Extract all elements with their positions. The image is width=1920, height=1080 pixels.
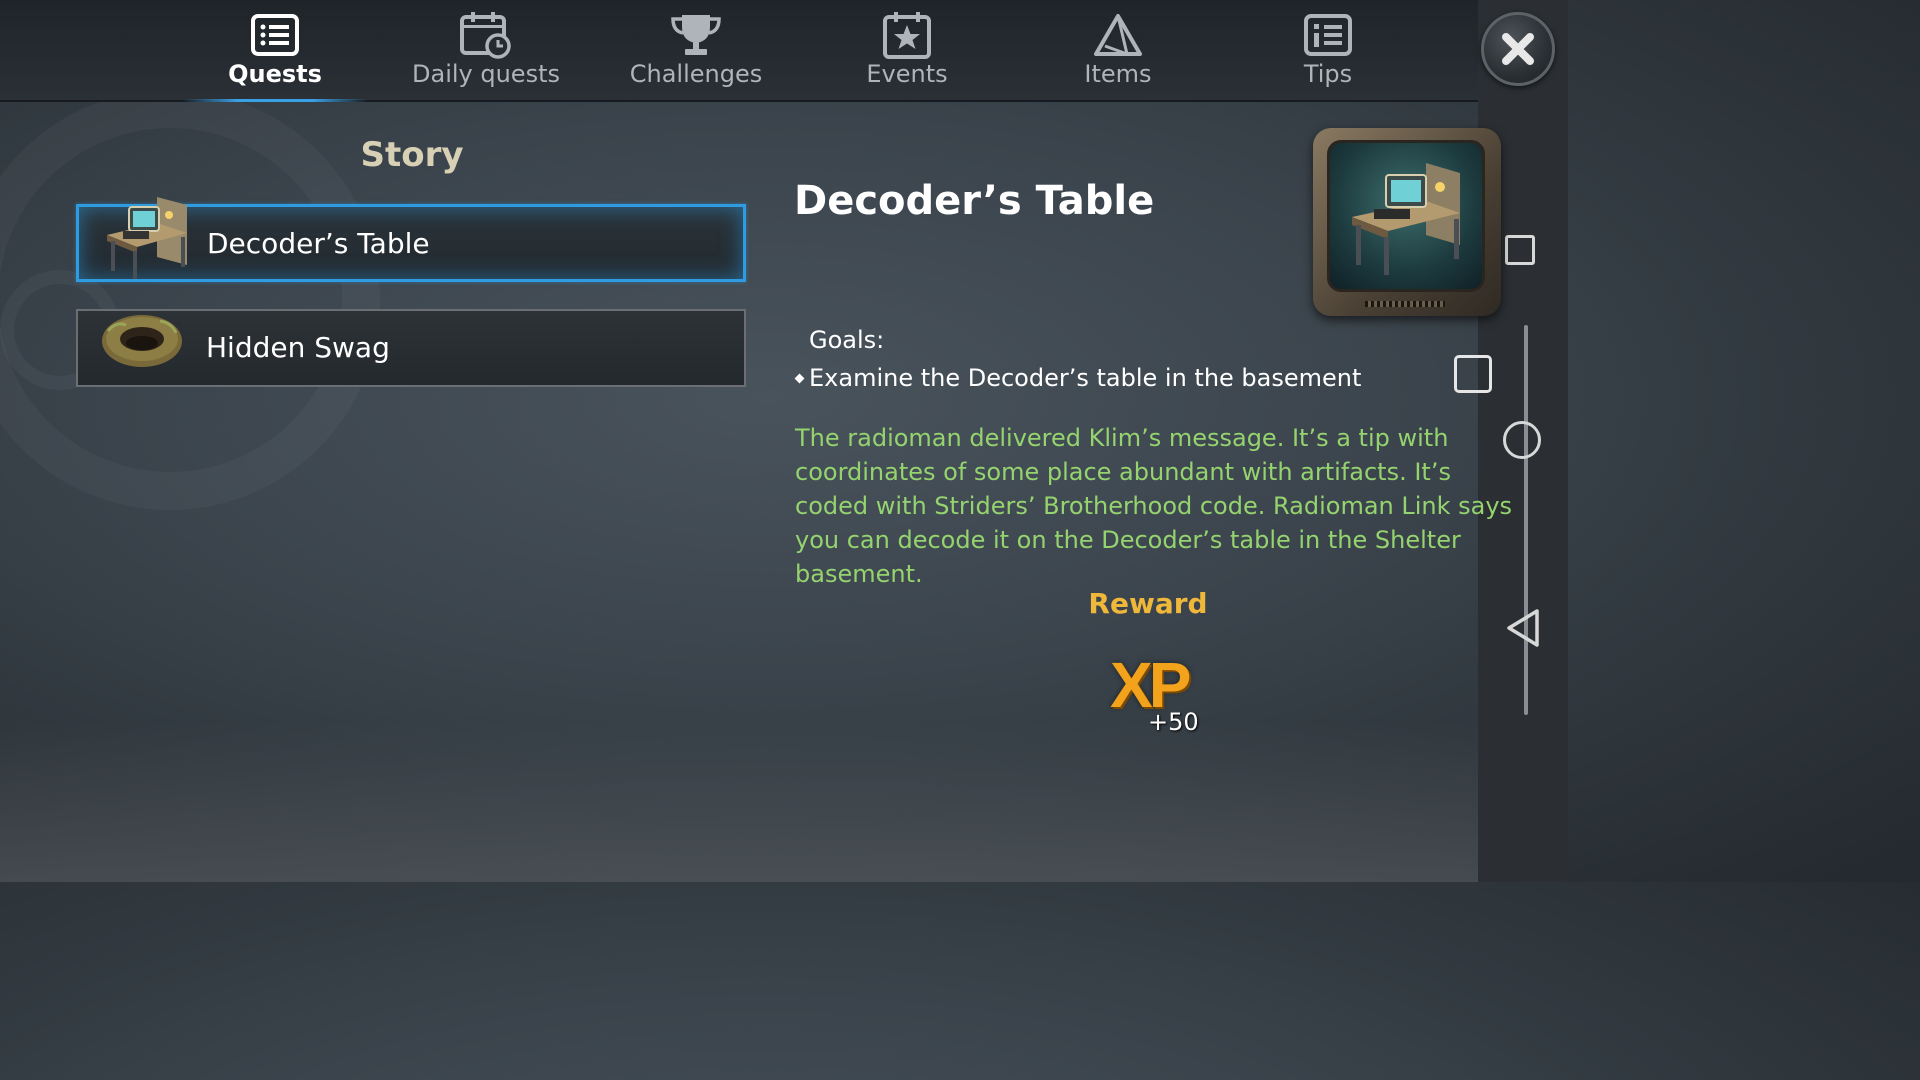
dirt-hole-icon bbox=[96, 301, 192, 397]
back-triangle-icon bbox=[1507, 609, 1539, 647]
quest-description: The radioman delivered Klim’s message. I… bbox=[795, 424, 1513, 588]
reward-label: Reward bbox=[1088, 587, 1208, 620]
side-rail bbox=[1524, 325, 1528, 715]
tab-tips-label: Tips bbox=[1303, 60, 1353, 88]
triangle-icon bbox=[1093, 10, 1143, 60]
goal-bullet bbox=[794, 373, 805, 383]
goal-item: Examine the Decoder’s table in the basem… bbox=[794, 364, 1362, 392]
tab-bar: Quests Daily quests Challenges Events It… bbox=[0, 0, 1478, 102]
quest-item-name: Hidden Swag bbox=[206, 331, 390, 364]
tab-items[interactable]: Items bbox=[1025, 0, 1211, 100]
tab-quests-label: Quests bbox=[228, 60, 322, 88]
decoder-table-illustration bbox=[1352, 163, 1460, 275]
quest-item-decoders-table[interactable]: Decoder’s Table bbox=[76, 197, 746, 282]
quest-detail-image bbox=[1313, 128, 1501, 316]
xp-reward: XP +50 bbox=[1110, 648, 1200, 740]
tab-quests[interactable]: Quests bbox=[182, 0, 368, 102]
close-button[interactable] bbox=[1481, 12, 1555, 86]
quest-item-name: Decoder’s Table bbox=[207, 227, 430, 260]
tab-challenges[interactable]: Challenges bbox=[603, 0, 789, 100]
tips-list-icon bbox=[1304, 10, 1352, 60]
tab-tips[interactable]: Tips bbox=[1235, 0, 1421, 100]
recent-apps-button[interactable] bbox=[1505, 235, 1535, 265]
calendar-clock-icon bbox=[460, 10, 512, 60]
tab-events[interactable]: Events bbox=[814, 0, 1000, 100]
section-title: Story bbox=[360, 135, 464, 175]
quest-item-hidden-swag[interactable]: Hidden Swag bbox=[76, 309, 746, 387]
tab-events-label: Events bbox=[866, 60, 948, 88]
quest-list-icon bbox=[251, 10, 299, 60]
monitor-screen bbox=[1327, 140, 1485, 292]
background-fog bbox=[0, 722, 1478, 882]
quest-detail-title: Decoder’s Table bbox=[794, 178, 1155, 224]
tab-items-label: Items bbox=[1084, 60, 1152, 88]
decoder-table-icon bbox=[97, 187, 193, 283]
close-icon bbox=[1502, 33, 1534, 65]
trophy-icon bbox=[670, 10, 722, 60]
goal-checkbox[interactable] bbox=[1454, 355, 1492, 393]
xp-amount: +50 bbox=[1148, 708, 1199, 736]
back-button[interactable] bbox=[1505, 608, 1541, 652]
goals-label: Goals: bbox=[809, 326, 885, 354]
tab-daily-quests-label: Daily quests bbox=[412, 60, 560, 88]
goal-text: Examine the Decoder’s table in the basem… bbox=[809, 364, 1362, 392]
calendar-star-icon bbox=[882, 10, 932, 60]
tab-challenges-label: Challenges bbox=[629, 60, 763, 88]
tab-daily-quests[interactable]: Daily quests bbox=[393, 0, 579, 100]
monitor-speaker-grille bbox=[1365, 301, 1445, 307]
